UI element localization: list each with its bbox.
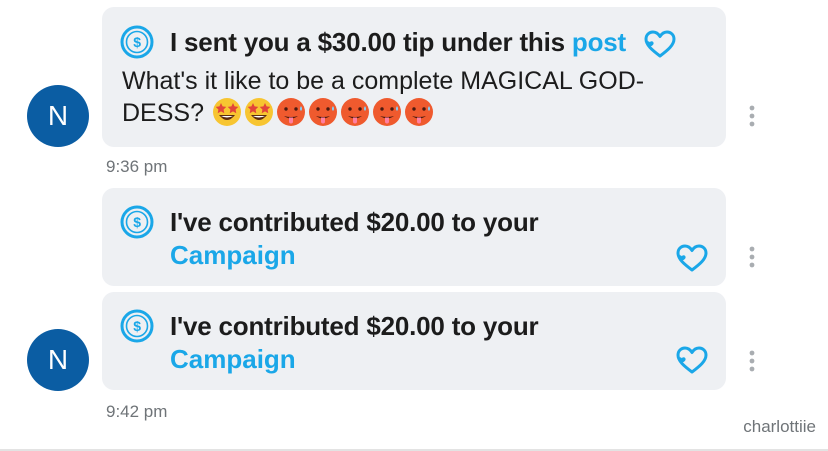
avatar[interactable]: N bbox=[27, 329, 89, 391]
dollar-circle-icon bbox=[120, 25, 154, 59]
campaign-link[interactable]: Campaign bbox=[170, 344, 296, 375]
post-link[interactable]: post bbox=[572, 27, 626, 58]
message-bubble[interactable]: I've contributed $20.00 to your Campaign bbox=[102, 292, 726, 390]
like-heart-icon[interactable] bbox=[675, 243, 709, 273]
hot-face-icon bbox=[276, 97, 306, 127]
like-heart-icon[interactable] bbox=[643, 29, 677, 59]
message-timestamp: 9:42 pm bbox=[106, 402, 168, 421]
tip-text: I sent you a $30.00 tip under this bbox=[170, 26, 565, 57]
like-heart-icon[interactable] bbox=[675, 345, 709, 375]
contribution-text: I've contributed $20.00 to your bbox=[170, 310, 539, 341]
hot-face-icon bbox=[308, 97, 338, 127]
message-text-line: DESS? bbox=[122, 99, 204, 127]
avatar-initial: N bbox=[47, 344, 69, 375]
dollar-circle-icon bbox=[120, 309, 154, 343]
more-options-icon[interactable] bbox=[748, 350, 756, 372]
dollar-circle-icon bbox=[120, 205, 154, 239]
tip-notice: I sent you a $30.00 tip under this post bbox=[120, 25, 626, 59]
watermark: charlottiie bbox=[743, 417, 816, 436]
contribution-text: I've contributed $20.00 to your bbox=[170, 206, 539, 237]
star-struck-face-icon bbox=[212, 97, 242, 127]
avatar[interactable]: N bbox=[27, 85, 89, 147]
avatar-initial: N bbox=[47, 100, 69, 131]
hot-face-icon bbox=[372, 97, 402, 127]
emoji-row bbox=[212, 97, 434, 127]
message-timestamp: 9:36 pm bbox=[106, 157, 168, 176]
message-text-line-2: DESS? bbox=[122, 97, 644, 129]
contribution-notice: I've contributed $20.00 to your bbox=[120, 205, 539, 239]
chat-thread: N I sent you a $30.00 tip under this pos… bbox=[0, 0, 828, 451]
more-options-icon[interactable] bbox=[748, 246, 756, 268]
hot-face-icon bbox=[340, 97, 370, 127]
more-options-icon[interactable] bbox=[748, 105, 756, 127]
message-bubble[interactable]: I sent you a $30.00 tip under this post … bbox=[102, 7, 726, 147]
campaign-link[interactable]: Campaign bbox=[170, 240, 296, 271]
hot-face-icon bbox=[404, 97, 434, 127]
message-bubble[interactable]: I've contributed $20.00 to your Campaign bbox=[102, 188, 726, 286]
star-struck-face-icon bbox=[244, 97, 274, 127]
message-text-line: What's it like to be a complete MAGICAL … bbox=[122, 67, 645, 95]
message-text: What's it like to be a complete MAGICAL … bbox=[122, 66, 644, 129]
contribution-notice: I've contributed $20.00 to your bbox=[120, 309, 539, 343]
